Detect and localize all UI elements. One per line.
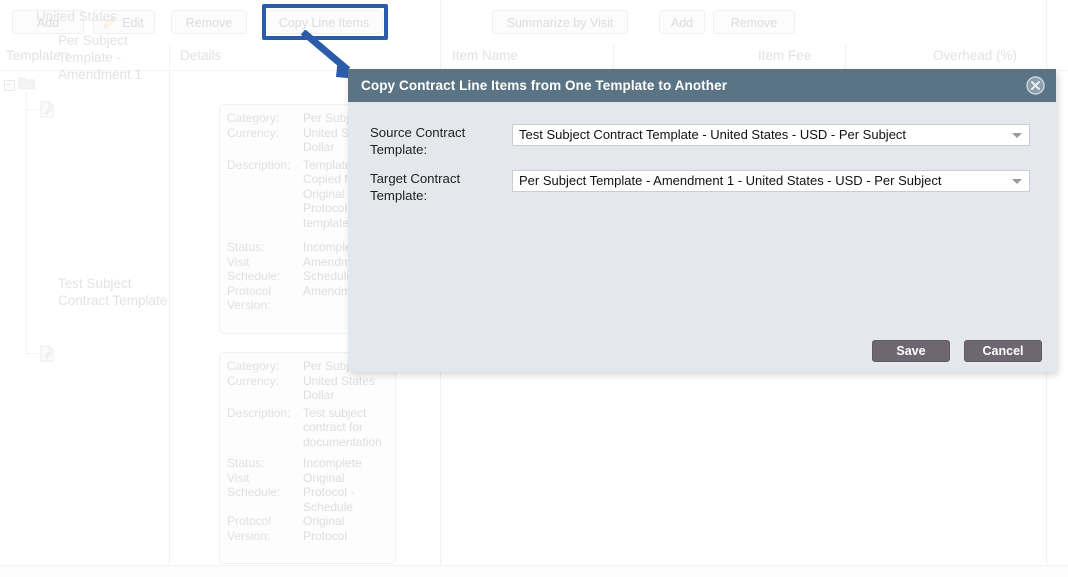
detail-label: Category: [227, 111, 280, 125]
summarize-by-visit-button[interactable]: Summarize by Visit [492, 10, 628, 34]
tree-expander-icon[interactable] [4, 80, 15, 91]
detail-row: Currency: United States Dollar [227, 374, 388, 403]
detail-card: Category: Per Subject Currency: United S… [219, 352, 396, 564]
tree-connector [27, 109, 39, 111]
detail-label: Visit Schedule: [227, 254, 281, 284]
remove-item-button[interactable]: Remove [713, 10, 795, 34]
detail-row: Protocol Version: Original Protocol [227, 514, 388, 543]
detail-label: Description: [227, 405, 291, 420]
dialog-header: Copy Contract Line Items from One Templa… [348, 69, 1056, 102]
source-contract-template-select[interactable]: Test Subject Contract Template - United … [512, 124, 1030, 146]
source-contract-template-value: Test Subject Contract Template - United … [519, 127, 907, 142]
detail-row: Status: Incomplete [227, 456, 388, 471]
detail-value: Test subject contract for documentation [303, 405, 382, 449]
detail-label: Category: [227, 359, 280, 373]
panel-divider [169, 70, 170, 565]
target-contract-template-value: Per Subject Template - Amendment 1 - Uni… [519, 173, 942, 188]
cancel-button[interactable]: Cancel [964, 340, 1042, 362]
detail-label: Status: [227, 240, 265, 254]
header-separator [845, 44, 846, 69]
save-button[interactable]: Save [872, 340, 950, 362]
footer-area [0, 566, 1068, 577]
tree-connector [26, 92, 28, 354]
detail-label: Currency: [227, 373, 280, 388]
detail-row: Description: Test subject contract for d… [227, 406, 388, 450]
detail-value: United States Dollar [303, 373, 376, 403]
target-contract-template-select[interactable]: Per Subject Template - Amendment 1 - Uni… [512, 170, 1030, 192]
tree-connector [27, 353, 39, 355]
detail-value: Original Protocol [303, 514, 348, 543]
dialog-title: Copy Contract Line Items from One Templa… [361, 78, 728, 93]
close-icon[interactable] [1026, 76, 1045, 95]
detail-label: Visit Schedule: [227, 470, 281, 500]
highlight-box [262, 4, 388, 40]
detail-label: Status: [227, 456, 265, 470]
detail-value: Incomplete [303, 456, 362, 470]
detail-label: Description: [227, 157, 291, 172]
detail-label: Currency: [227, 125, 280, 140]
tree-item-per-subject-template[interactable]: Per Subject Template - Amendment 1 [58, 32, 168, 83]
column-header-item-fee[interactable]: Item Fee [758, 48, 811, 63]
source-contract-template-label: Source Contract Template: [370, 125, 466, 157]
detail-label: Protocol Version: [227, 514, 272, 543]
column-header-details[interactable]: Details [180, 48, 221, 63]
document-icon [40, 345, 54, 362]
detail-label: Protocol Version: [227, 283, 272, 313]
chevron-down-icon[interactable] [1012, 133, 1022, 138]
detail-value: Original Protocol - Schedule [303, 470, 355, 514]
target-contract-template-label: Target Contract Template: [370, 171, 461, 203]
header-separator [613, 44, 614, 69]
chevron-down-icon[interactable] [1012, 179, 1022, 184]
detail-row: Visit Schedule: Original Protocol - Sche… [227, 471, 388, 515]
header-separator [169, 44, 170, 69]
column-header-item-name[interactable]: Item Name [452, 48, 518, 63]
copy-line-items-dialog: Copy Contract Line Items from One Templa… [348, 69, 1056, 372]
dialog-body: Source Contract Template: Test Subject C… [348, 102, 1056, 340]
add-item-button[interactable]: Add [659, 10, 705, 34]
document-icon [40, 101, 54, 118]
tree-item-test-subject-template[interactable]: Test Subject Contract Template [58, 275, 168, 309]
folder-icon [18, 77, 35, 89]
tree-item-united-states[interactable]: United States [36, 8, 196, 25]
dialog-footer: Save Cancel [348, 340, 1056, 372]
column-header-overhead[interactable]: Overhead (%) [933, 48, 1017, 63]
